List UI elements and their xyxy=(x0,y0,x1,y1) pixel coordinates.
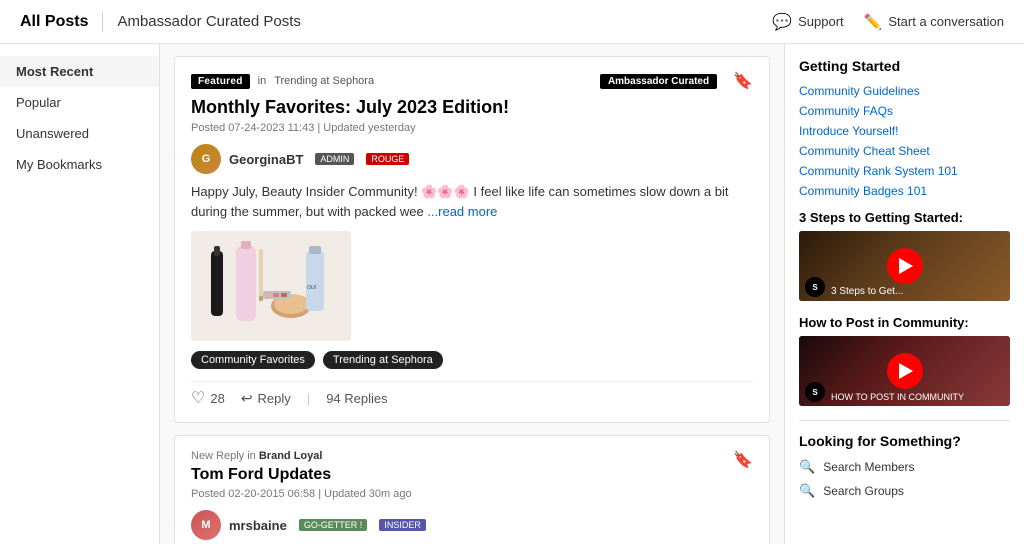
sephora-logo-1: S xyxy=(805,277,825,297)
header-divider xyxy=(102,12,103,32)
tag-trending-sephora[interactable]: Trending at Sephora xyxy=(323,351,443,369)
video-1-label: 3 Steps to Getting Started: xyxy=(799,210,1010,225)
post-card-2: New Reply in Brand Loyal 🔖 Tom Ford Upda… xyxy=(174,435,770,544)
page-title-sub: Ambassador Curated Posts xyxy=(117,13,300,30)
bookmark-icon-2[interactable]: 🔖 xyxy=(733,450,753,470)
main-content: Featured in Trending at Sephora Ambassad… xyxy=(160,44,784,544)
post-2-category[interactable]: Brand Loyal xyxy=(259,450,323,462)
read-more-link[interactable]: ...read more xyxy=(427,204,497,219)
featured-badge: Featured xyxy=(191,74,250,89)
search-groups-item[interactable]: 🔍 Search Groups xyxy=(799,483,1010,499)
post-1-tags: Community Favorites Trending at Sephora xyxy=(191,351,753,369)
post-2-sm-header: New Reply in Brand Loyal 🔖 xyxy=(191,450,753,462)
cosmetics-image: oui xyxy=(191,231,351,341)
post-1-actions: ♡ 28 ↩ Reply | 94 Replies xyxy=(191,381,753,408)
badge-in-text: in xyxy=(258,75,267,87)
post-2-avatar: M xyxy=(191,510,221,540)
header-actions: 💬 Support ✏️ Start a conversation xyxy=(772,12,1004,32)
getting-started-title: Getting Started xyxy=(799,58,1010,74)
post-card-1: Featured in Trending at Sephora Ambassad… xyxy=(174,56,770,423)
role-badge-gogetter: GO-GETTER ! xyxy=(299,519,368,531)
post-1-body: Happy July, Beauty Insider Community! 🌸🌸… xyxy=(191,182,753,221)
link-introduce-yourself[interactable]: Introduce Yourself! xyxy=(799,124,1010,138)
sidebar-left: Most Recent Popular Unanswered My Bookma… xyxy=(0,44,160,544)
video-section-2: How to Post in Community: S HOW TO POST … xyxy=(799,315,1010,406)
video-2-text: HOW TO POST IN COMMUNITY xyxy=(831,392,1006,402)
ambassador-badge: Ambassador Curated xyxy=(600,74,717,89)
post-1-image: oui xyxy=(191,231,351,341)
search-groups-label: Search Groups xyxy=(823,484,904,498)
svg-text:oui: oui xyxy=(307,284,317,291)
sidebar-divider xyxy=(799,420,1010,421)
reply-button[interactable]: ↩ Reply xyxy=(241,390,291,407)
post-2-author-row: M mrsbaine GO-GETTER ! INSIDER xyxy=(191,510,753,540)
heart-icon: ♡ xyxy=(191,388,205,408)
post-2-title[interactable]: Tom Ford Updates xyxy=(191,466,753,484)
post-2-author-name[interactable]: mrsbaine xyxy=(229,518,287,533)
cosmetics-svg: oui xyxy=(191,231,351,341)
link-community-cheat-sheet[interactable]: Community Cheat Sheet xyxy=(799,144,1010,158)
looking-title: Looking for Something? xyxy=(799,433,1010,449)
support-icon: 💬 xyxy=(772,12,792,32)
sidebar-item-most-recent[interactable]: Most Recent xyxy=(0,56,159,87)
search-members-label: Search Members xyxy=(823,460,914,474)
page-title-main: All Posts xyxy=(20,13,88,31)
start-conversation-button[interactable]: ✏️ Start a conversation xyxy=(864,13,1004,31)
video-2-label: How to Post in Community: xyxy=(799,315,1010,330)
support-button[interactable]: 💬 Support xyxy=(772,12,843,32)
like-button[interactable]: ♡ 28 xyxy=(191,388,225,408)
link-community-badges[interactable]: Community Badges 101 xyxy=(799,184,1010,198)
sidebar-right: Getting Started Community Guidelines Com… xyxy=(784,44,1024,544)
role-badge-insider: INSIDER xyxy=(379,519,426,531)
post-1-title[interactable]: Monthly Favorites: July 2023 Edition! xyxy=(191,97,753,118)
sidebar-item-unanswered[interactable]: Unanswered xyxy=(0,118,159,149)
link-community-faqs[interactable]: Community FAQs xyxy=(799,104,1010,118)
tag-community-favorites[interactable]: Community Favorites xyxy=(191,351,315,369)
pencil-icon: ✏️ xyxy=(864,13,883,31)
role-badge-admin: ADMIN xyxy=(315,153,354,165)
search-members-icon: 🔍 xyxy=(799,459,815,475)
video-1-text: 3 Steps to Get... xyxy=(831,286,1006,297)
post-2-meta: Posted 02-20-2015 06:58 | Updated 30m ag… xyxy=(191,488,753,500)
link-community-rank-system[interactable]: Community Rank System 101 xyxy=(799,164,1010,178)
post-card-1-header: Featured in Trending at Sephora Ambassad… xyxy=(191,71,753,91)
new-reply-label: New Reply in xyxy=(191,450,259,462)
play-triangle-1 xyxy=(899,258,913,274)
post-1-author-name[interactable]: GeorginaBT xyxy=(229,152,303,167)
main-layout: Most Recent Popular Unanswered My Bookma… xyxy=(0,44,1024,544)
play-button-1[interactable] xyxy=(887,248,923,284)
video-1-thumb[interactable]: S 3 Steps to Get... xyxy=(799,231,1010,301)
video-section-1: 3 Steps to Getting Started: S 3 Steps to… xyxy=(799,210,1010,301)
action-separator: | xyxy=(307,391,310,406)
play-button-2[interactable] xyxy=(887,353,923,389)
sidebar-item-popular[interactable]: Popular xyxy=(0,87,159,118)
post-1-author-row: G GeorginaBT ADMIN ROUGE xyxy=(191,144,753,174)
role-badge-rouge: ROUGE xyxy=(366,153,409,165)
header: All Posts Ambassador Curated Posts 💬 Sup… xyxy=(0,0,1024,44)
video-2-thumb[interactable]: S HOW TO POST IN COMMUNITY xyxy=(799,336,1010,406)
sidebar-item-my-bookmarks[interactable]: My Bookmarks xyxy=(0,149,159,180)
replies-count: 94 Replies xyxy=(326,391,387,406)
link-community-guidelines[interactable]: Community Guidelines xyxy=(799,84,1010,98)
bookmark-icon[interactable]: 🔖 xyxy=(733,71,753,91)
search-groups-icon: 🔍 xyxy=(799,483,815,499)
post-1-meta: Posted 07-24-2023 11:43 | Updated yester… xyxy=(191,122,753,134)
post-1-avatar: G xyxy=(191,144,221,174)
category-label[interactable]: Trending at Sephora xyxy=(274,75,374,87)
search-members-item[interactable]: 🔍 Search Members xyxy=(799,459,1010,475)
play-triangle-2 xyxy=(899,363,913,379)
like-count: 28 xyxy=(210,391,224,406)
sephora-logo-2: S xyxy=(805,382,825,402)
reply-icon: ↩ xyxy=(241,390,253,407)
